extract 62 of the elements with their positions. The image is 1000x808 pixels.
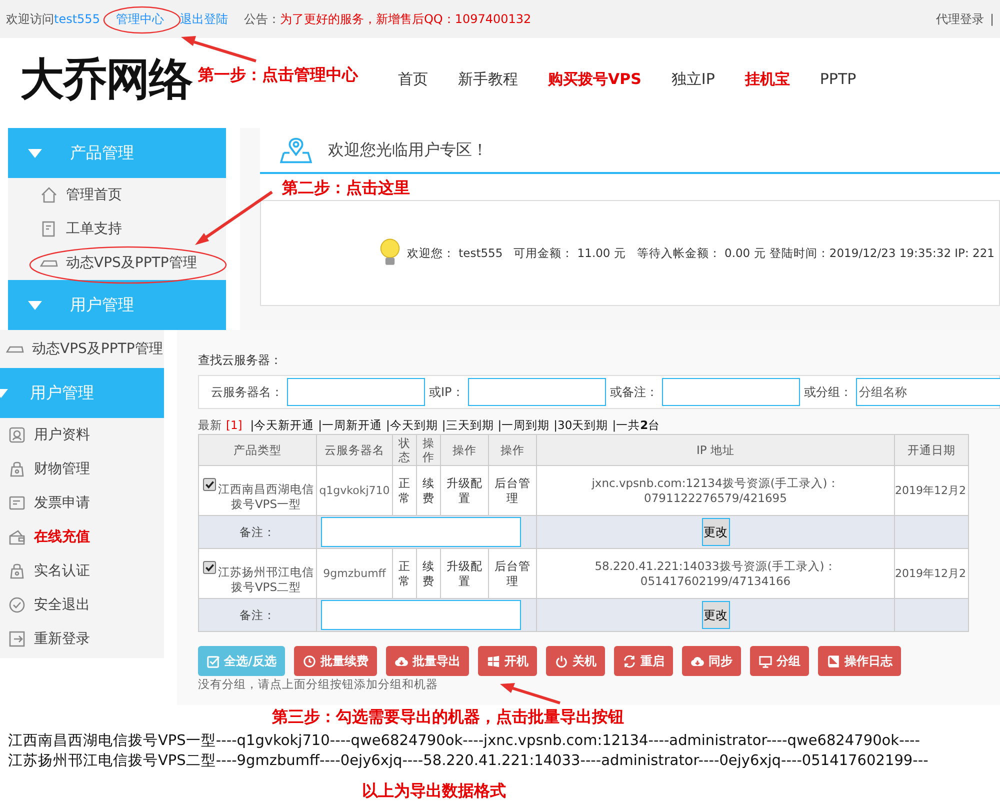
filter-link[interactable]: |一共2台 (612, 418, 660, 432)
sidebar-item[interactable]: 财物管理 (34, 460, 90, 478)
filter-link[interactable]: |一周到期 (498, 418, 550, 432)
nav-link[interactable]: PPTP (820, 70, 856, 88)
table-cell: 备注： (198, 598, 316, 632)
column-header: IP 地址 (536, 434, 894, 466)
nav-link[interactable]: 购买拨号VPS (548, 70, 642, 88)
greeting-text: 欢迎访问 (6, 10, 54, 28)
agent-login-link[interactable]: 代理登录 (936, 10, 984, 28)
nav-link[interactable]: 挂机宝 (744, 70, 790, 88)
separator-text: | (990, 12, 994, 26)
sidebar-item[interactable]: 动态VPS及PPTP管理 (66, 254, 197, 272)
filter-link[interactable]: |三天到期 (442, 418, 494, 432)
search-title: 查找云服务器： (198, 352, 283, 369)
filter-count: [1] (226, 418, 242, 432)
action-button[interactable]: 分组 (750, 646, 810, 676)
sidebar-item[interactable]: 发票申请 (34, 494, 90, 512)
step-annotation: 第三步：勾选需要导出的机器，点击批量导出按钮 (272, 707, 624, 727)
step-annotation: 第二步：点击这里 (260, 174, 1000, 200)
action-button[interactable]: 关机 (546, 646, 606, 676)
sidebar-item[interactable]: 安全退出 (34, 596, 90, 614)
table-cell-text: 江西南昌西湖电信拨号VPS一型 (218, 480, 314, 512)
filter-link[interactable]: |30天到期 (554, 418, 608, 432)
sidebar-item[interactable]: 用户资料 (34, 426, 90, 444)
action-button[interactable]: 操作日志 (818, 646, 902, 676)
field-label: 或备注： (608, 384, 659, 400)
change-button[interactable]: 更改 (702, 601, 730, 629)
notice-label: 公告： (244, 10, 280, 28)
search-field[interactable]: 分组名称 (856, 378, 1000, 406)
nav-link[interactable]: 新手教程 (458, 70, 518, 88)
step-annotation: 第一步：点击管理中心 (198, 64, 358, 86)
action-button[interactable]: 开机 (478, 646, 538, 676)
action-button[interactable]: 重启 (614, 646, 674, 676)
filter-link[interactable]: |今天新开通 (250, 418, 314, 432)
nav-link[interactable]: 独立IP (671, 70, 715, 88)
hint-text: 没有分组，请点上面分组按钮添加分组和机器 (198, 677, 439, 692)
sidebar-item[interactable]: 重新登录 (34, 630, 90, 648)
field-label: 或IP： (428, 384, 465, 400)
welcome-title: 欢迎您光临用户专区！ (328, 140, 488, 160)
caption-annotation: 以上为导出数据格式 (362, 781, 506, 800)
column-header: 产品类型 (198, 434, 316, 466)
field-label: 云服务器名： (210, 384, 284, 400)
table-cell-text: 江苏扬州邗江电信拨号VPS二型 (218, 564, 314, 594)
account-info-text: 欢迎您： test555 可用金额： 11.00 元 等待入帐金额： 0.00 元 登陆时间：2019/12/23 19:35:32 IP: 221 (407, 246, 994, 260)
sidebar-item[interactable]: 在线充值 (34, 528, 90, 546)
filter-link[interactable]: |一周新开通 (318, 418, 382, 432)
filter-link[interactable]: 最新 (198, 418, 222, 432)
field-label: 或分组： (802, 384, 853, 400)
sidebar-item[interactable]: 实名认证 (34, 562, 90, 580)
export-line: 江西南昌西湖电信拨号VPS一型----q1gvkokj710----qwe6824790ok----jxnc.vpsnb.com:12134----administrator----qwe6824790ok---- (8, 732, 922, 751)
action-button[interactable]: 同步 (682, 646, 742, 676)
action-button[interactable]: 批量续费 (294, 646, 378, 676)
notice-text: 为了更好的服务，新增售后QQ：1097400132 (280, 10, 532, 28)
sidebar-item[interactable]: 动态VPS及PPTP管理 (32, 340, 163, 358)
logo[interactable]: 大乔网络 (20, 50, 192, 108)
export-line: 江苏扬州邗江电信拨号VPS二型----9gmzbumff----0ejy6xjq----58.220.41.221:14033----administrator----0ejy6xjq----051417602199--- (8, 752, 930, 771)
sidebar-item[interactable]: 管理首页 (66, 186, 122, 204)
sidebar-item[interactable]: 工单支持 (66, 220, 122, 238)
export-button[interactable]: 批量导出 (386, 646, 470, 676)
nav-link[interactable]: 首页 (398, 70, 428, 88)
filter-link[interactable]: |今天到期 (386, 418, 438, 432)
change-button[interactable]: 更改 (702, 518, 730, 546)
